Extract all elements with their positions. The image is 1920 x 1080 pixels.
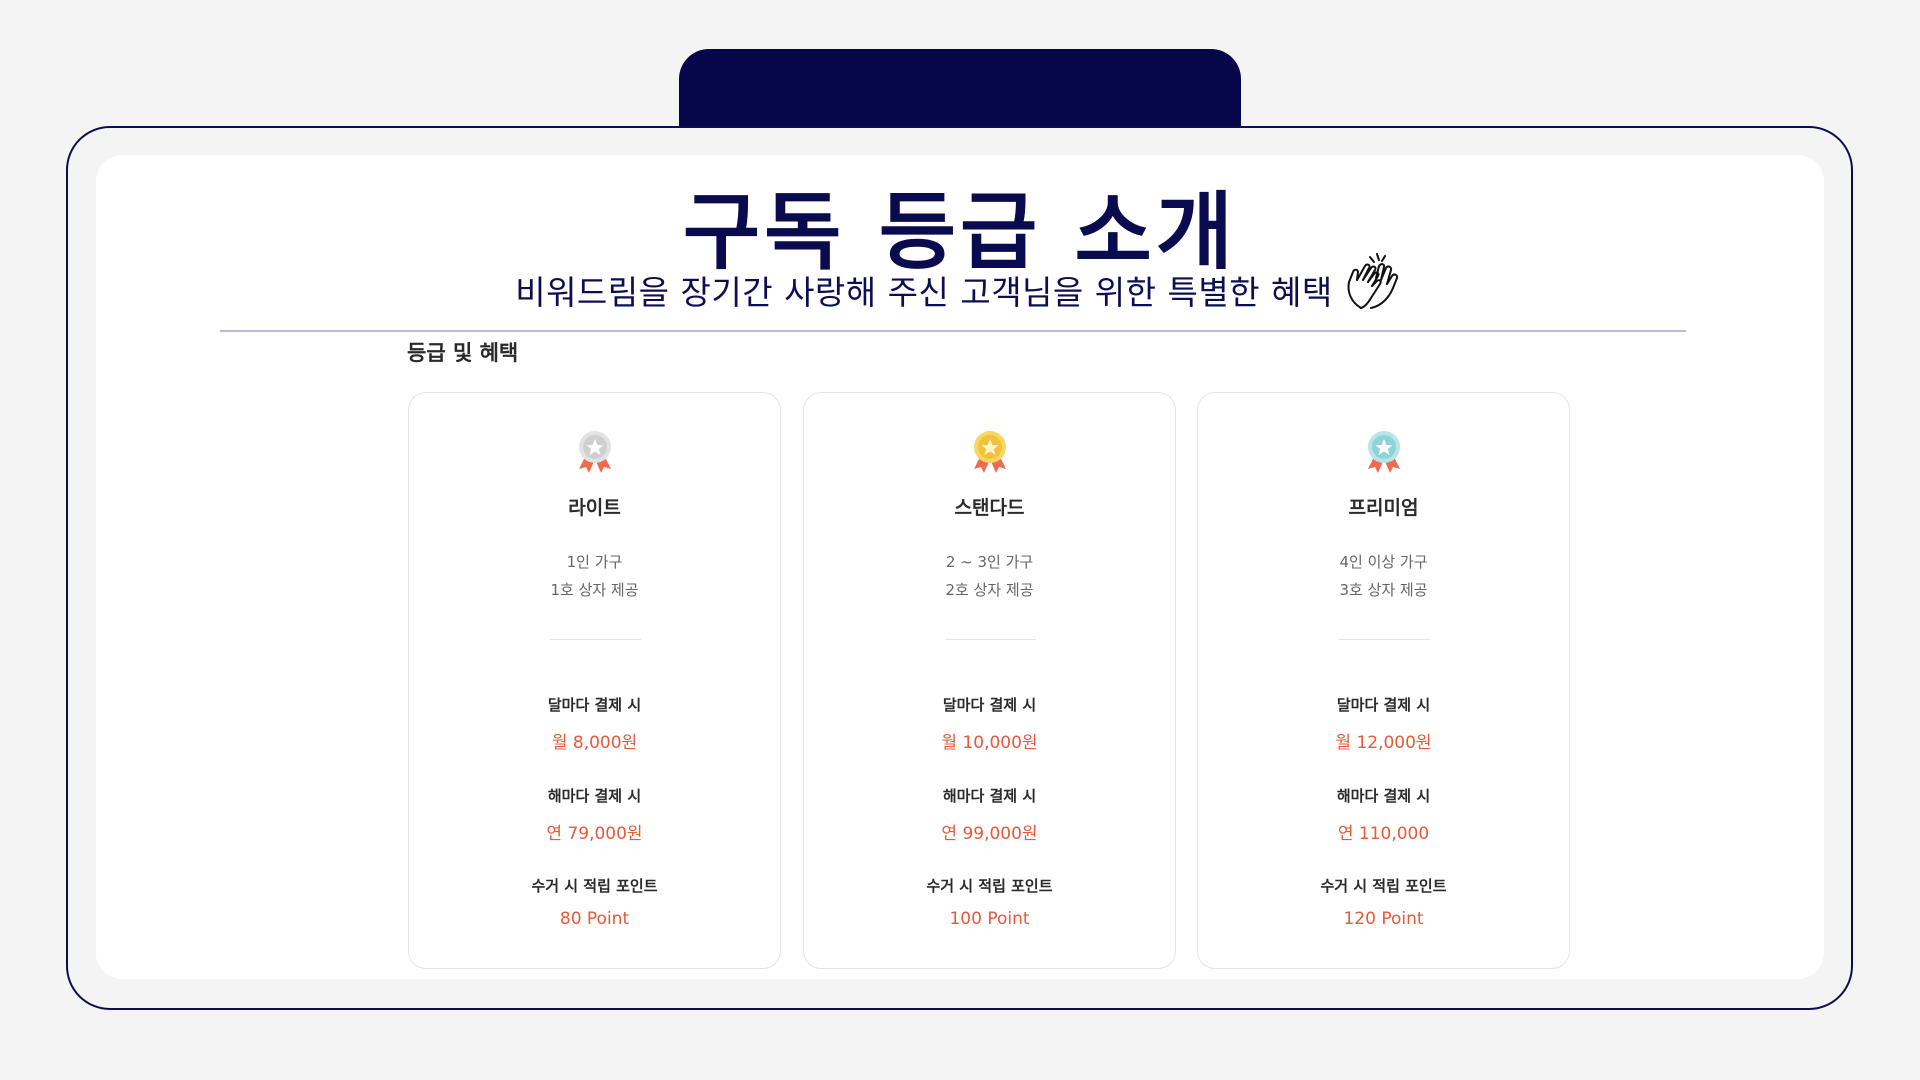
points-label: 수거 시 적립 포인트 [531,877,658,895]
monthly-price: 월 10,000원 [941,733,1038,753]
box-size: 2호 상자 제공 [945,581,1034,599]
teal-medal-icon [1368,431,1400,473]
grade-card-premium: 프리미엄 4인 이상 가구 3호 상자 제공 달마다 결제 시 월 12,000… [1197,392,1570,969]
subtitle-row: 비워드림을 장기간 사랑해 주신 고객님을 위한 특별한 혜택 [0,253,1920,314]
section-title: 등급 및 혜택 [407,341,519,365]
grade-name: 스탠다드 [954,497,1025,519]
grade-name: 프리미엄 [1348,497,1419,519]
household-size: 2 ~ 3인 가구 [945,553,1034,571]
monthly-price: 월 12,000원 [1335,733,1432,753]
grade-name: 라이트 [568,497,621,519]
points-value: 100 Point [949,909,1030,929]
gold-medal-icon [974,431,1006,473]
household-size: 4인 이상 가구 [1339,553,1428,571]
page-subtitle: 비워드림을 장기간 사랑해 주신 고객님을 위한 특별한 혜택 [515,273,1333,312]
points-label: 수거 시 적립 포인트 [926,877,1053,895]
yearly-price: 연 110,000 [1337,824,1430,844]
household-size: 1인 가구 [566,553,623,571]
card-divider [945,639,1036,640]
clapping-hands-icon [1347,253,1398,309]
monthly-price: 월 8,000원 [551,733,638,753]
grade-card-lite: 라이트 1인 가구 1호 상자 제공 달마다 결제 시 월 8,000원 해마다… [408,392,781,969]
yearly-price: 연 99,000원 [941,824,1038,844]
monthly-label: 달마다 결제 시 [1336,696,1431,714]
box-size: 1호 상자 제공 [550,581,639,599]
points-label: 수거 시 적립 포인트 [1320,877,1447,895]
grade-card-standard: 스탠다드 2 ~ 3인 가구 2호 상자 제공 달마다 결제 시 월 10,00… [803,392,1176,969]
yearly-label: 해마다 결제 시 [942,787,1037,805]
yearly-label: 해마다 결제 시 [547,787,642,805]
monthly-label: 달마다 결제 시 [547,696,642,714]
yearly-price: 연 79,000원 [546,824,643,844]
section-divider [220,330,1686,332]
points-value: 120 Point [1343,909,1424,929]
points-value: 80 Point [559,909,630,929]
silver-medal-icon [579,431,611,473]
header-tab [679,49,1241,129]
card-divider [1339,639,1430,640]
monthly-label: 달마다 결제 시 [942,696,1037,714]
card-divider [550,639,641,640]
box-size: 3호 상자 제공 [1339,581,1428,599]
yearly-label: 해마다 결제 시 [1336,787,1431,805]
